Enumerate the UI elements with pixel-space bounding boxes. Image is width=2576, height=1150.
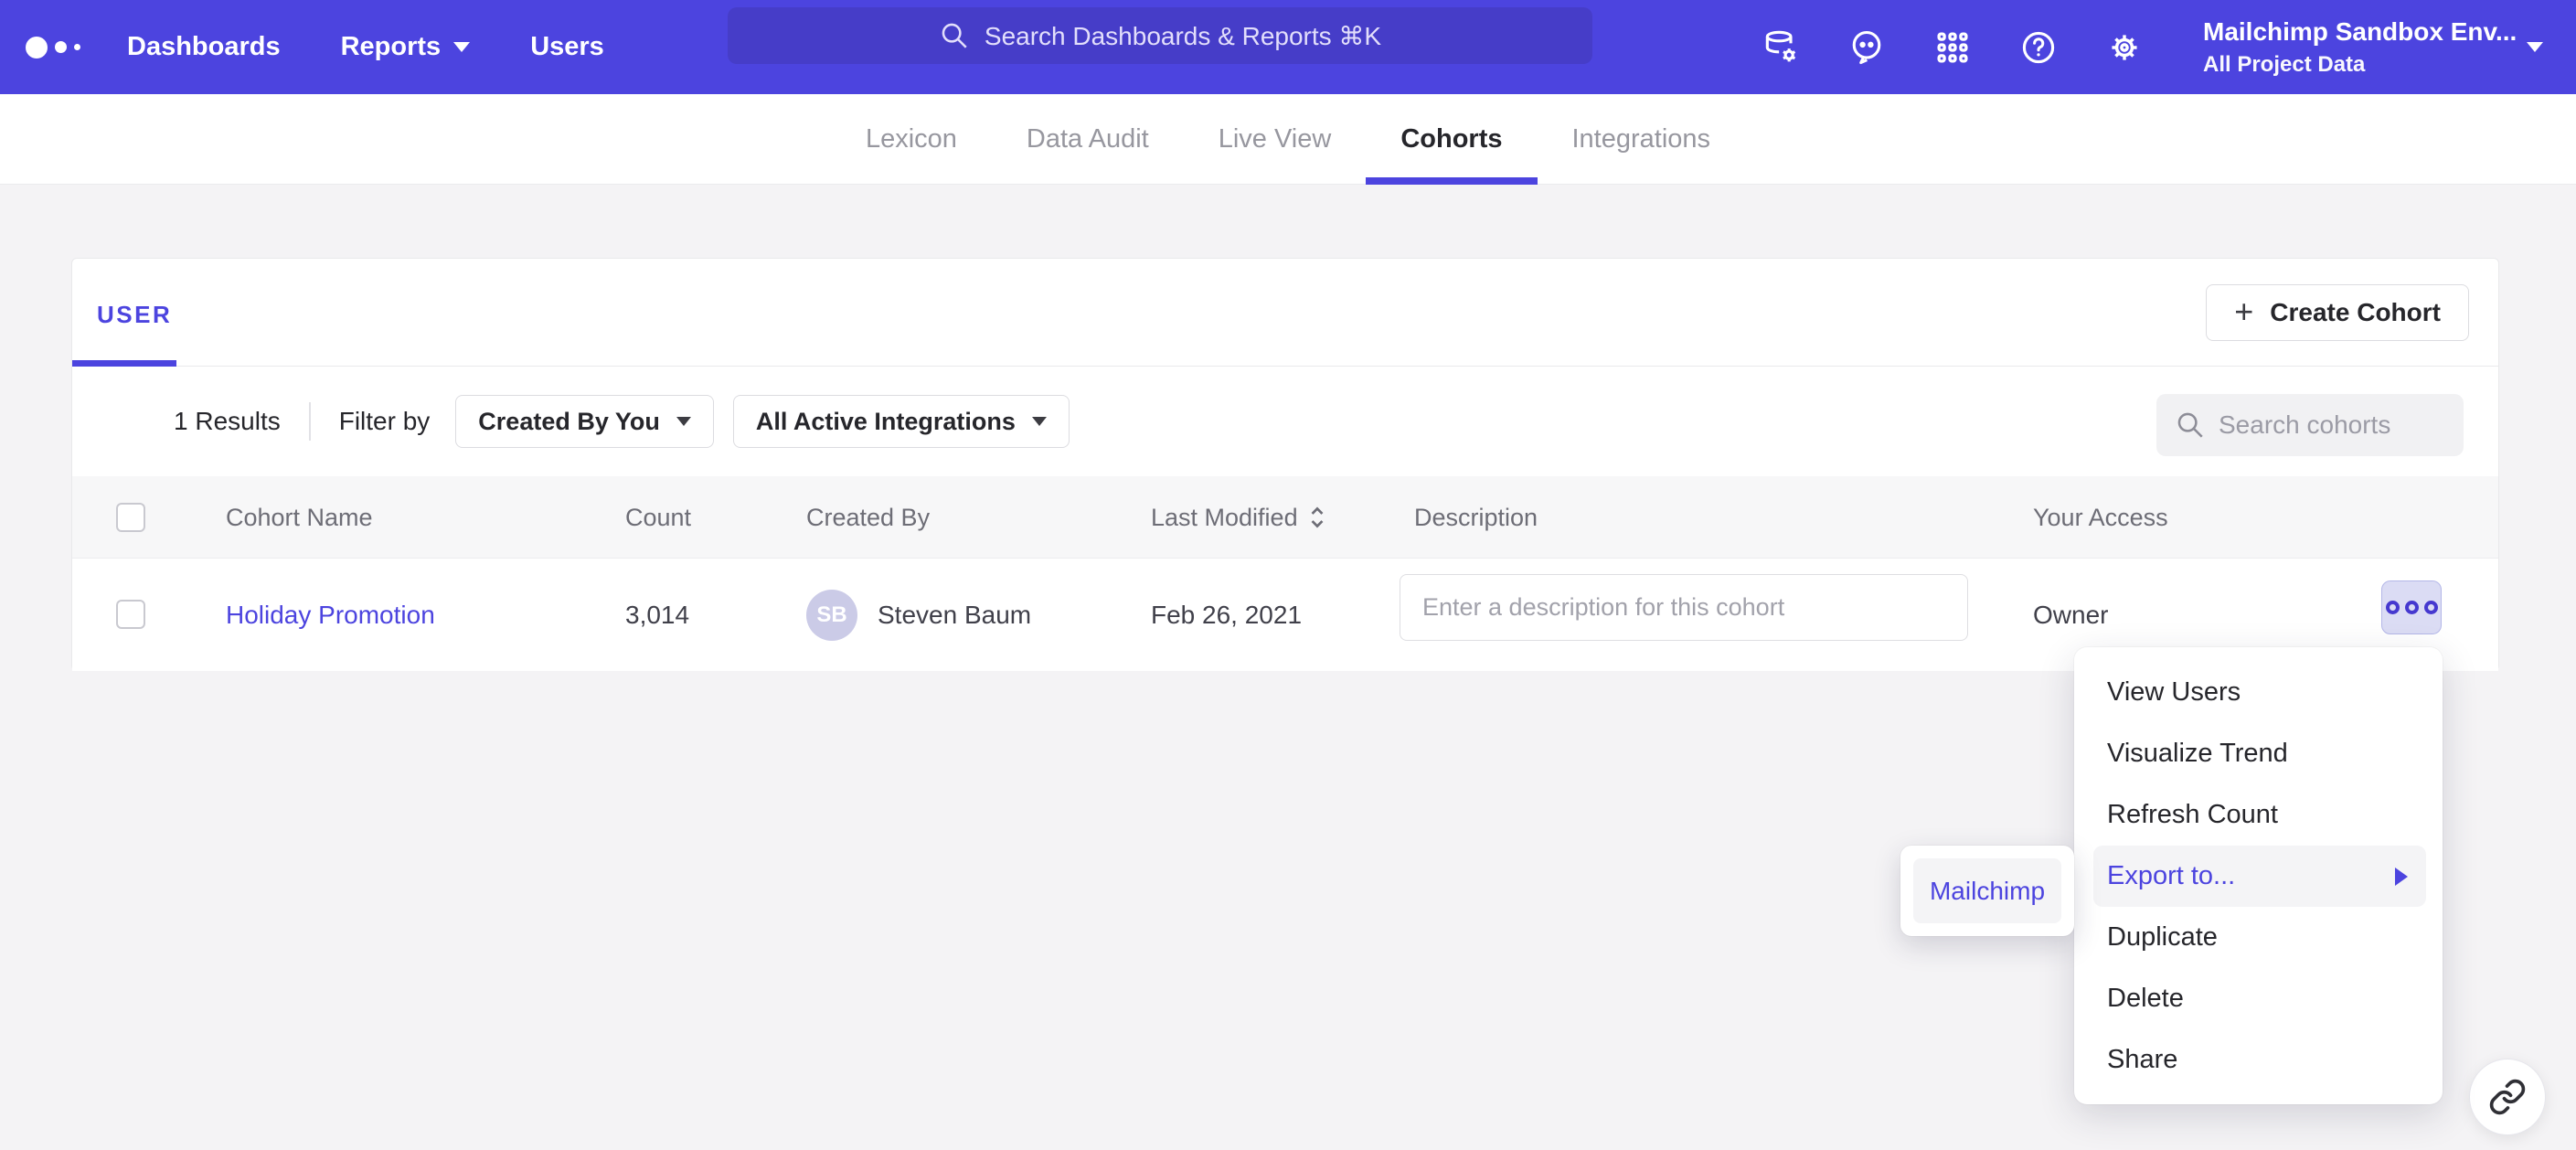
- col-last-modified-label: Last Modified: [1151, 504, 1298, 532]
- tab-live-view-label: Live View: [1219, 124, 1332, 154]
- tab-user-cohorts[interactable]: USER: [97, 301, 172, 329]
- settings-gear-icon[interactable]: [2104, 27, 2145, 68]
- menu-item-refresh-count[interactable]: Refresh Count: [2074, 784, 2443, 846]
- nav-dashboards-label: Dashboards: [127, 32, 281, 62]
- data-sources-icon[interactable]: [1761, 27, 1801, 68]
- search-icon: [939, 20, 970, 51]
- project-scope: All Project Data: [2203, 52, 2505, 78]
- menu-item-duplicate[interactable]: Duplicate: [2074, 907, 2443, 968]
- chevron-down-icon: [453, 42, 470, 52]
- integrations-filter-label: All Active Integrations: [756, 408, 1016, 436]
- global-search-input[interactable]: Search Dashboards & Reports ⌘K: [728, 7, 1592, 64]
- col-your-access[interactable]: Your Access: [2033, 476, 2168, 559]
- ellipsis-icon: [2386, 601, 2400, 614]
- col-cohort-name-label: Cohort Name: [226, 504, 373, 532]
- project-name: Mailchimp Sandbox Env...: [2203, 17, 2505, 47]
- last-modified-cell: Feb 26, 2021: [1151, 559, 1302, 671]
- menu-item-visualize-trend[interactable]: Visualize Trend: [2074, 723, 2443, 784]
- primary-nav: Dashboards Reports Users: [127, 32, 604, 62]
- nav-reports-label: Reports: [341, 32, 442, 62]
- help-icon[interactable]: [2018, 27, 2059, 68]
- tab-cohorts-label: Cohorts: [1400, 124, 1502, 154]
- nav-item-users[interactable]: Users: [530, 32, 604, 62]
- link-icon: [2488, 1078, 2527, 1116]
- submenu-arrow-icon: [2395, 868, 2408, 886]
- tab-lexicon-label: Lexicon: [866, 124, 957, 154]
- row-more-actions-button[interactable]: [2381, 580, 2442, 634]
- section-tabs: Lexicon Data Audit Live View Cohorts Int…: [0, 94, 2576, 185]
- global-search-placeholder: Search Dashboards & Reports ⌘K: [985, 21, 1381, 51]
- project-switcher[interactable]: Mailchimp Sandbox Env... All Project Dat…: [2203, 17, 2505, 78]
- project-chevron-down-icon[interactable]: [2527, 42, 2543, 52]
- menu-item-share[interactable]: Share: [2074, 1029, 2443, 1091]
- feedback-icon[interactable]: [1847, 27, 1887, 68]
- tab-data-audit[interactable]: Data Audit: [1027, 94, 1149, 185]
- description-input[interactable]: [1400, 574, 1968, 641]
- copy-link-button[interactable]: [2469, 1059, 2546, 1135]
- active-tab-underline: [72, 360, 176, 367]
- menu-item-delete[interactable]: Delete: [2074, 968, 2443, 1029]
- create-cohort-label: Create Cohort: [2270, 298, 2441, 327]
- tab-integrations[interactable]: Integrations: [1572, 94, 1711, 185]
- access-value: Owner: [2033, 601, 2108, 630]
- plus-icon: +: [2234, 295, 2253, 328]
- tab-cohorts[interactable]: Cohorts: [1400, 94, 1502, 185]
- divider: [309, 402, 311, 441]
- col-your-access-label: Your Access: [2033, 504, 2168, 532]
- last-modified-date: Feb 26, 2021: [1151, 601, 1302, 630]
- tab-integrations-label: Integrations: [1572, 124, 1711, 154]
- created-by-name: Steven Baum: [878, 601, 1031, 630]
- cohort-count-cell: 3,014: [625, 559, 689, 671]
- export-submenu: Mailchimp: [1900, 846, 2074, 936]
- table-header: Cohort Name Count Created By Last Modifi…: [72, 476, 2498, 559]
- menu-item-export-to[interactable]: Export to...: [2093, 846, 2426, 907]
- select-all-checkbox[interactable]: [116, 503, 145, 532]
- col-count[interactable]: Count: [625, 476, 691, 559]
- tab-live-view[interactable]: Live View: [1219, 94, 1332, 185]
- tab-lexicon[interactable]: Lexicon: [866, 94, 957, 185]
- results-count: 1 Results: [174, 407, 281, 436]
- cohort-count: 3,014: [625, 601, 689, 630]
- panel-header: USER + Create Cohort: [72, 259, 2498, 367]
- cohorts-panel: USER + Create Cohort 1 Results Filter by…: [71, 258, 2499, 671]
- nav-users-label: Users: [530, 32, 604, 62]
- created-by-filter-label: Created By You: [478, 408, 660, 436]
- create-cohort-button[interactable]: + Create Cohort: [2206, 284, 2469, 341]
- submenu-item-mailchimp[interactable]: Mailchimp: [1913, 858, 2061, 923]
- col-last-modified[interactable]: Last Modified: [1151, 476, 1327, 559]
- nav-right-cluster: Mailchimp Sandbox Env... All Project Dat…: [1761, 0, 2576, 94]
- cohort-search-input[interactable]: [2219, 410, 2438, 440]
- nav-item-reports[interactable]: Reports: [341, 32, 471, 62]
- avatar: SB: [806, 590, 857, 641]
- col-created-by-label: Created By: [806, 504, 930, 532]
- tab-data-audit-label: Data Audit: [1027, 124, 1149, 154]
- cohort-search-box: [2156, 394, 2464, 456]
- sort-icon: [1307, 504, 1327, 531]
- col-count-label: Count: [625, 504, 691, 532]
- chevron-down-icon: [1032, 417, 1047, 426]
- created-by-cell: SB Steven Baum: [806, 559, 1031, 671]
- filter-by-label: Filter by: [339, 407, 431, 436]
- col-cohort-name[interactable]: Cohort Name: [226, 476, 373, 559]
- cohort-name-link[interactable]: Holiday Promotion: [226, 601, 435, 630]
- filter-toolbar: 1 Results Filter by Created By You All A…: [72, 367, 2498, 476]
- mixpanel-logo-icon[interactable]: [26, 37, 86, 59]
- menu-item-view-users[interactable]: View Users: [2074, 662, 2443, 723]
- apps-grid-icon[interactable]: [1932, 27, 1973, 68]
- chevron-down-icon: [676, 417, 691, 426]
- top-nav: Dashboards Reports Users Search Dashboar…: [0, 0, 2576, 94]
- row-checkbox[interactable]: [116, 600, 145, 629]
- created-by-filter-dropdown[interactable]: Created By You: [455, 395, 714, 448]
- row-context-menu: View Users Visualize Trend Refresh Count…: [2074, 647, 2443, 1104]
- col-created-by[interactable]: Created By: [806, 476, 930, 559]
- nav-item-dashboards[interactable]: Dashboards: [127, 32, 281, 62]
- export-to-label: Export to...: [2107, 861, 2235, 891]
- col-description[interactable]: Description: [1414, 476, 1538, 559]
- integrations-filter-dropdown[interactable]: All Active Integrations: [733, 395, 1070, 448]
- search-icon: [2175, 410, 2206, 441]
- col-description-label: Description: [1414, 504, 1538, 532]
- cohort-name-cell: Holiday Promotion: [226, 559, 435, 671]
